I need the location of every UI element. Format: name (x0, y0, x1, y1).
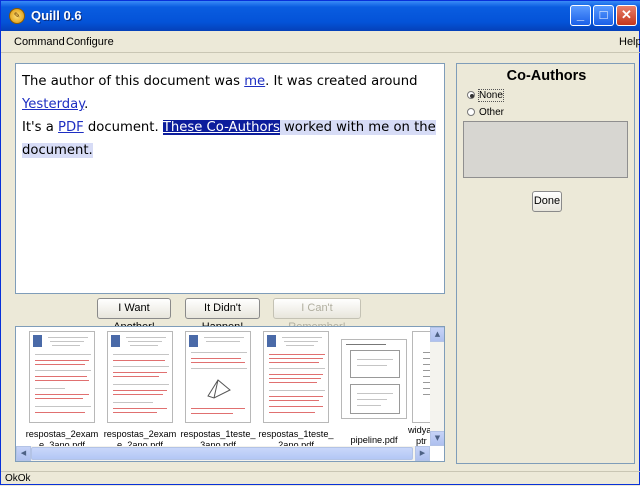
didnt-happen-button[interactable]: It Didn't Happen! (185, 298, 260, 333)
cant-remember-button: I Can't Remember! (273, 298, 361, 333)
other-coauthors-input[interactable] (463, 121, 628, 178)
pdf-page-preview (263, 331, 329, 423)
highlighted-text: worked with me on the (279, 120, 436, 135)
main-panel: The author of this document was me. It w… (8, 58, 450, 464)
coauthors-link[interactable]: These Co-Authors (162, 120, 280, 135)
highlighted-text: document. (22, 143, 93, 158)
thumbnails-vertical-scrollbar[interactable]: ▲ ▼ (430, 327, 444, 446)
title-bar[interactable]: ✎ Quill 0.6 _ □ ✕ (1, 1, 640, 31)
doc-text: It's a (22, 120, 59, 135)
doc-text: document. (83, 120, 163, 135)
type-link[interactable]: PDF (58, 120, 84, 135)
menu-configure[interactable]: Configure (66, 36, 114, 48)
quill-app-icon: ✎ (9, 8, 25, 24)
app-window: ✎ Quill 0.6 _ □ ✕ Command Configure Help… (0, 0, 640, 485)
window-title: Quill 0.6 (31, 8, 82, 23)
doc-text: The author of this document was (22, 74, 245, 89)
pdf-page-preview (29, 331, 95, 423)
menu-bar: Command Configure Help (1, 31, 640, 53)
document-description: The author of this document was me. It w… (15, 63, 445, 294)
done-button[interactable]: Done (532, 191, 562, 212)
status-bar: OkOk (1, 471, 640, 486)
pdf-page-preview (107, 331, 173, 423)
menu-command[interactable]: Command (14, 36, 65, 48)
doc-text: . It was created around (265, 74, 418, 89)
scroll-left-icon[interactable]: ◀ (16, 446, 31, 461)
coauthors-panel: Co-Authors None Other Done (456, 63, 635, 464)
radio-other[interactable]: Other (467, 107, 504, 118)
pdf-page-preview (341, 339, 407, 419)
coauthors-title: Co-Authors (506, 68, 587, 84)
radio-none[interactable]: None (467, 89, 504, 102)
doc-text: . (84, 97, 89, 112)
author-link[interactable]: me (244, 74, 265, 89)
scroll-up-icon[interactable]: ▲ (430, 327, 444, 342)
scrollbar-thumb[interactable] (31, 447, 413, 460)
minimize-button[interactable]: _ (570, 5, 591, 26)
action-buttons: I Want Another! It Didn't Happen! I Can'… (8, 298, 450, 333)
date-link[interactable]: Yesterday (22, 97, 84, 112)
radio-icon[interactable] (467, 108, 475, 116)
want-another-button[interactable]: I Want Another! (97, 298, 171, 333)
document-thumbnails: respostas_2exam e_3ano.pdf respostas_2exa… (15, 326, 445, 462)
pdf-page-preview (185, 331, 251, 423)
close-button[interactable]: ✕ (616, 5, 637, 26)
radio-selected-icon[interactable] (467, 91, 475, 99)
scroll-down-icon[interactable]: ▼ (430, 431, 444, 446)
scroll-right-icon[interactable]: ▶ (415, 446, 430, 461)
menu-help[interactable]: Help (619, 36, 640, 48)
thumbnails-horizontal-scrollbar[interactable]: ◀ ▶ (16, 446, 430, 461)
maximize-button[interactable]: □ (593, 5, 614, 26)
